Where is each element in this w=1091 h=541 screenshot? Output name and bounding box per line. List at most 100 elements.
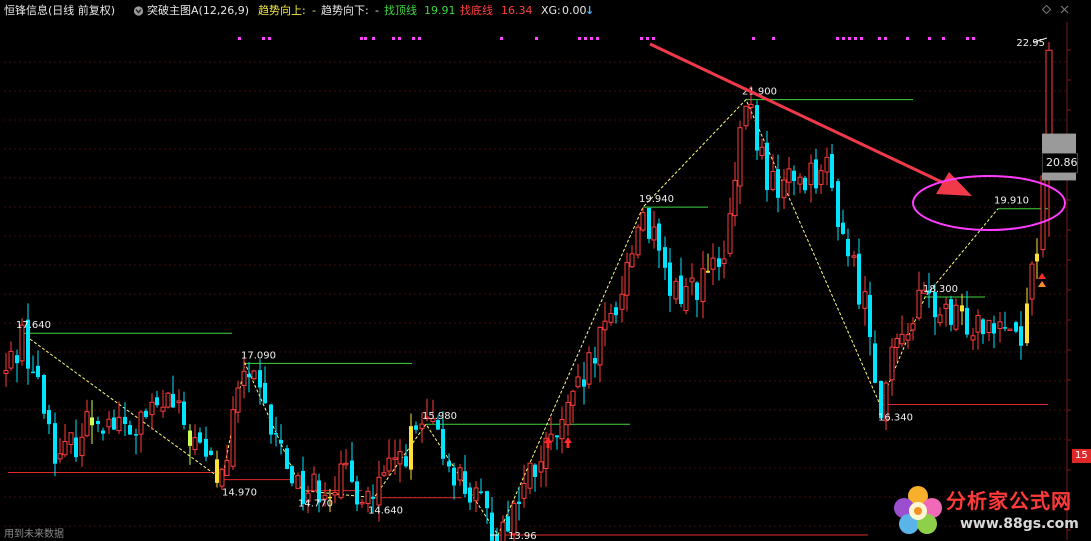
signal-dot [942, 37, 945, 40]
candle-body [614, 307, 618, 316]
candle-body [818, 170, 824, 185]
candle-body [824, 156, 830, 173]
candle-body [808, 162, 814, 186]
candle-body [851, 255, 857, 258]
watermark-url: www.88gs.com [960, 516, 1079, 532]
candle-body [441, 429, 445, 459]
candle-body [3, 370, 9, 375]
candle-body [986, 319, 992, 333]
candle-body [68, 432, 74, 445]
candle-body [1025, 303, 1029, 344]
signal-dot [268, 37, 271, 40]
signal-dot [262, 37, 265, 40]
candle-body [57, 453, 63, 460]
candle-body [841, 222, 845, 234]
candle-body [635, 226, 641, 256]
candle-body [188, 430, 192, 446]
candle-body [42, 374, 46, 414]
candle-body [721, 258, 727, 264]
candle-body [500, 521, 506, 541]
candle-body [1003, 327, 1007, 329]
signal-dot [848, 37, 851, 40]
candle-body [419, 423, 425, 430]
candle-body [457, 467, 463, 481]
candle-body [74, 437, 78, 458]
candle-body [371, 496, 375, 499]
signal-dot [412, 37, 415, 40]
candle-body [479, 491, 483, 493]
candle-body [31, 371, 35, 374]
candle-body [679, 275, 683, 304]
candle-body [84, 411, 90, 437]
candle-body [230, 409, 236, 467]
candle-body [517, 501, 521, 504]
right-price-axis [1066, 22, 1071, 540]
candle-body [743, 105, 749, 127]
candle-body [792, 170, 796, 182]
candle-body [62, 441, 68, 456]
candle-body [797, 176, 803, 185]
signal-dot [590, 37, 593, 40]
candle-body [473, 487, 479, 502]
signal-dot [772, 37, 775, 40]
candle-body [128, 425, 132, 435]
candle-body [905, 334, 911, 341]
candle-body [663, 247, 667, 268]
candle-body [770, 170, 776, 190]
watermark: 分析家公式网 www.88gs.com [890, 482, 1090, 540]
signal-dot [836, 37, 839, 40]
candle-body [710, 257, 716, 270]
signal-dot [646, 37, 649, 40]
candle-body [965, 307, 969, 335]
candle-body [559, 419, 565, 440]
candle-body [404, 456, 408, 467]
candle-body [755, 105, 759, 151]
candle-body [717, 258, 721, 267]
candle-body [781, 179, 787, 199]
candle-body [608, 312, 614, 323]
swing-label: 17.090 [241, 350, 276, 361]
price-chart[interactable]: 17.640 14.970 17.090 14.770 14.640 15.980 13.9… [0, 0, 1091, 541]
candle-body [116, 416, 122, 432]
candle-body [1035, 253, 1039, 262]
candle-body [149, 401, 155, 416]
candle-body [386, 457, 392, 472]
candle-body [700, 268, 706, 303]
candle-body [651, 226, 657, 241]
signal-dot [360, 37, 363, 40]
candle-body [463, 471, 467, 494]
candle-body [894, 337, 900, 349]
candle-body [732, 179, 738, 217]
signal-dot [398, 37, 401, 40]
candle-body [1040, 175, 1046, 251]
candle-body [776, 169, 780, 198]
chart-window: 恒锋信息(日线 前复权) 突破主图A(12,26,9) 趋势向上: - 趋势向下… [0, 0, 1091, 541]
candle-body [640, 212, 646, 231]
candle-body [575, 376, 581, 388]
signal-dot [854, 37, 857, 40]
candle-body [101, 430, 105, 434]
candle-body [933, 292, 937, 318]
candle-body [392, 457, 398, 460]
candle-body [338, 463, 344, 499]
annotation-arrow-head [936, 172, 972, 196]
candle-body [597, 326, 603, 366]
signal-dot [884, 37, 887, 40]
candle-body [204, 438, 208, 457]
candle-body [586, 352, 592, 385]
candle-body [555, 435, 559, 438]
signal-dot [596, 37, 599, 40]
signal-dot [842, 37, 845, 40]
swing-label: 19.910 [994, 196, 1029, 207]
candle-body [123, 416, 127, 424]
candle-body [490, 512, 494, 541]
candle-body [873, 343, 877, 383]
candle-body [727, 213, 733, 254]
candle-body [182, 401, 186, 425]
candle-body [889, 346, 895, 381]
signal-dot [966, 37, 969, 40]
candle-body [311, 473, 317, 492]
candle-body [144, 410, 148, 417]
candle-body [332, 492, 338, 496]
candle-body [263, 382, 267, 404]
